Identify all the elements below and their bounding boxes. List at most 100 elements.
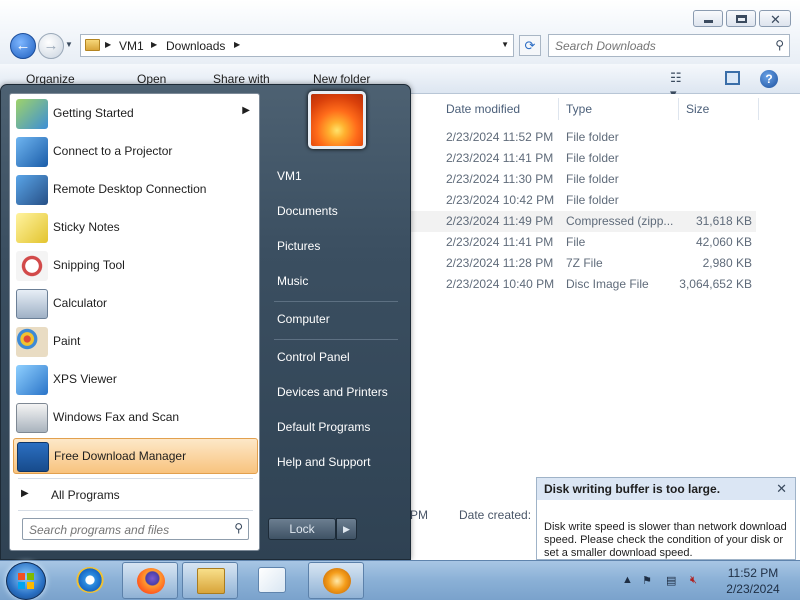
table-row[interactable]: 2/23/2024 11:41 PM File 42,060 KB: [410, 232, 756, 253]
file-date: 2/23/2024 11:41 PM: [446, 235, 554, 249]
table-row[interactable]: 2/23/2024 11:52 PM File folder: [410, 127, 756, 148]
network-icon[interactable]: ▤: [666, 574, 676, 587]
windows-logo-icon: [18, 573, 35, 590]
column-divider[interactable]: [758, 98, 759, 120]
chevron-right-icon[interactable]: ▶: [234, 40, 240, 49]
right-item-default-programs[interactable]: Default Programs: [268, 411, 404, 443]
lock-button[interactable]: Lock: [268, 518, 336, 540]
start-search-input[interactable]: [29, 522, 219, 537]
search-icon[interactable]: ⚲: [234, 521, 243, 535]
column-divider[interactable]: [558, 98, 559, 120]
table-row[interactable]: 2/23/2024 10:40 PM Disc Image File 3,064…: [410, 274, 756, 295]
divider: [274, 301, 398, 302]
right-item-label: Control Panel: [277, 350, 350, 364]
taskbar-windows-explorer[interactable]: [182, 562, 238, 599]
program-xps-viewer[interactable]: XPS Viewer: [13, 362, 258, 398]
program-getting-started[interactable]: Getting Started ▶: [13, 96, 258, 132]
program-free-download-manager[interactable]: Free Download Manager: [13, 438, 258, 474]
clock[interactable]: 11:52 PM 2/23/2024: [713, 565, 793, 597]
chevron-right-icon[interactable]: ▶: [151, 40, 157, 49]
forward-button[interactable]: →: [38, 33, 64, 59]
getting-started-icon: [16, 99, 48, 129]
breadcrumb-vm1[interactable]: VM1: [119, 39, 144, 53]
recent-pages-dropdown[interactable]: ▼: [65, 40, 77, 52]
free-download-manager-icon: [323, 568, 351, 594]
column-divider[interactable]: [678, 98, 679, 120]
program-label: Calculator: [53, 296, 108, 310]
chevron-right-icon[interactable]: ▶: [105, 40, 111, 49]
show-hidden-icons-icon[interactable]: ▲: [622, 574, 633, 586]
notification-header: Disk writing buffer is too large. ✕: [537, 478, 795, 500]
start-menu: Getting Started ▶ Connect to a Projector…: [0, 84, 411, 560]
calculator-icon: [16, 289, 48, 319]
right-item-computer[interactable]: Computer: [268, 303, 404, 335]
file-type: File folder: [566, 193, 619, 207]
details-date-created-label: Date created:: [459, 508, 532, 522]
right-item-pictures[interactable]: Pictures: [268, 230, 404, 262]
search-input[interactable]: [555, 38, 765, 54]
file-type: File folder: [566, 130, 619, 144]
start-button[interactable]: [6, 562, 46, 600]
file-type: File folder: [566, 151, 619, 165]
change-view-icon[interactable]: ☷ ▾: [670, 70, 686, 101]
taskbar-internet-explorer[interactable]: [62, 562, 118, 599]
refresh-button[interactable]: ⟳: [519, 35, 541, 56]
submenu-arrow-icon: ▶: [242, 105, 250, 116]
breadcrumb-downloads[interactable]: Downloads: [166, 39, 225, 53]
divider: [274, 339, 398, 340]
help-icon[interactable]: ?: [760, 70, 778, 88]
column-date-modified[interactable]: Date modified: [446, 98, 520, 122]
close-icon[interactable]: ✕: [776, 481, 787, 497]
program-calculator[interactable]: Calculator: [13, 286, 258, 322]
program-label: Remote Desktop Connection: [53, 182, 207, 196]
program-connect-projector[interactable]: Connect to a Projector: [13, 134, 258, 170]
user-picture[interactable]: [308, 91, 366, 149]
start-search-box[interactable]: ⚲: [22, 518, 249, 540]
notification-popup[interactable]: Disk writing buffer is too large. ✕ Disk…: [536, 477, 796, 560]
close-button[interactable]: ✕: [759, 10, 791, 27]
right-item-help-support[interactable]: Help and Support: [268, 446, 404, 478]
xps-viewer-icon: [16, 365, 48, 395]
right-item-user-folder[interactable]: VM1: [268, 160, 404, 192]
right-item-label: Music: [277, 274, 309, 288]
program-snipping-tool[interactable]: Snipping Tool: [13, 248, 258, 284]
file-size: 31,618 KB: [695, 214, 752, 228]
action-center-flag-icon[interactable]: ⚑: [642, 574, 652, 587]
column-type[interactable]: Type: [566, 98, 592, 122]
maximize-button[interactable]: [726, 10, 756, 27]
program-remote-desktop[interactable]: Remote Desktop Connection: [13, 172, 258, 208]
preview-pane-icon[interactable]: [725, 71, 740, 85]
table-row-selected[interactable]: 2/23/2024 11:49 PM Compressed (zipp... 3…: [410, 211, 756, 232]
right-item-documents[interactable]: Documents: [268, 195, 404, 227]
search-icon[interactable]: ⚲: [775, 38, 784, 52]
program-sticky-notes[interactable]: Sticky Notes: [13, 210, 258, 246]
taskbar-firefox[interactable]: [122, 562, 178, 599]
right-item-music[interactable]: Music: [268, 265, 404, 297]
program-windows-fax-scan[interactable]: Windows Fax and Scan: [13, 400, 258, 436]
address-bar[interactable]: ▶ VM1 ▶ Downloads ▶ ▼: [80, 34, 514, 57]
projector-icon: [16, 137, 48, 167]
table-row[interactable]: 2/23/2024 11:30 PM File folder: [410, 169, 756, 190]
right-item-devices-printers[interactable]: Devices and Printers: [268, 376, 404, 408]
volume-muted-icon[interactable]: 🔇︎: [690, 574, 697, 587]
program-paint[interactable]: Paint: [13, 324, 258, 360]
table-row[interactable]: 2/23/2024 11:28 PM 7Z File 2,980 KB: [410, 253, 756, 274]
clock-time: 11:52 PM: [727, 566, 779, 580]
back-button[interactable]: ←: [10, 33, 36, 59]
table-row[interactable]: 2/23/2024 10:42 PM File folder: [410, 190, 756, 211]
divider: [18, 478, 253, 479]
minimize-button[interactable]: [693, 10, 723, 27]
paint-icon: [16, 327, 48, 357]
right-item-control-panel[interactable]: Control Panel: [268, 341, 404, 373]
title-bar: ✕: [0, 0, 800, 30]
taskbar-free-download-manager[interactable]: [308, 562, 364, 599]
table-row[interactable]: 2/23/2024 11:41 PM File folder: [410, 148, 756, 169]
shutdown-options-button[interactable]: ▶: [336, 518, 357, 540]
file-date: 2/23/2024 11:52 PM: [446, 130, 554, 144]
search-box[interactable]: ⚲: [548, 34, 790, 57]
column-size[interactable]: Size: [686, 98, 709, 122]
file-type: Compressed (zipp...: [566, 214, 674, 228]
all-programs-button[interactable]: ▶ All Programs: [13, 482, 258, 508]
address-dropdown-icon[interactable]: ▼: [501, 40, 509, 49]
taskbar-media-player[interactable]: [244, 562, 300, 599]
